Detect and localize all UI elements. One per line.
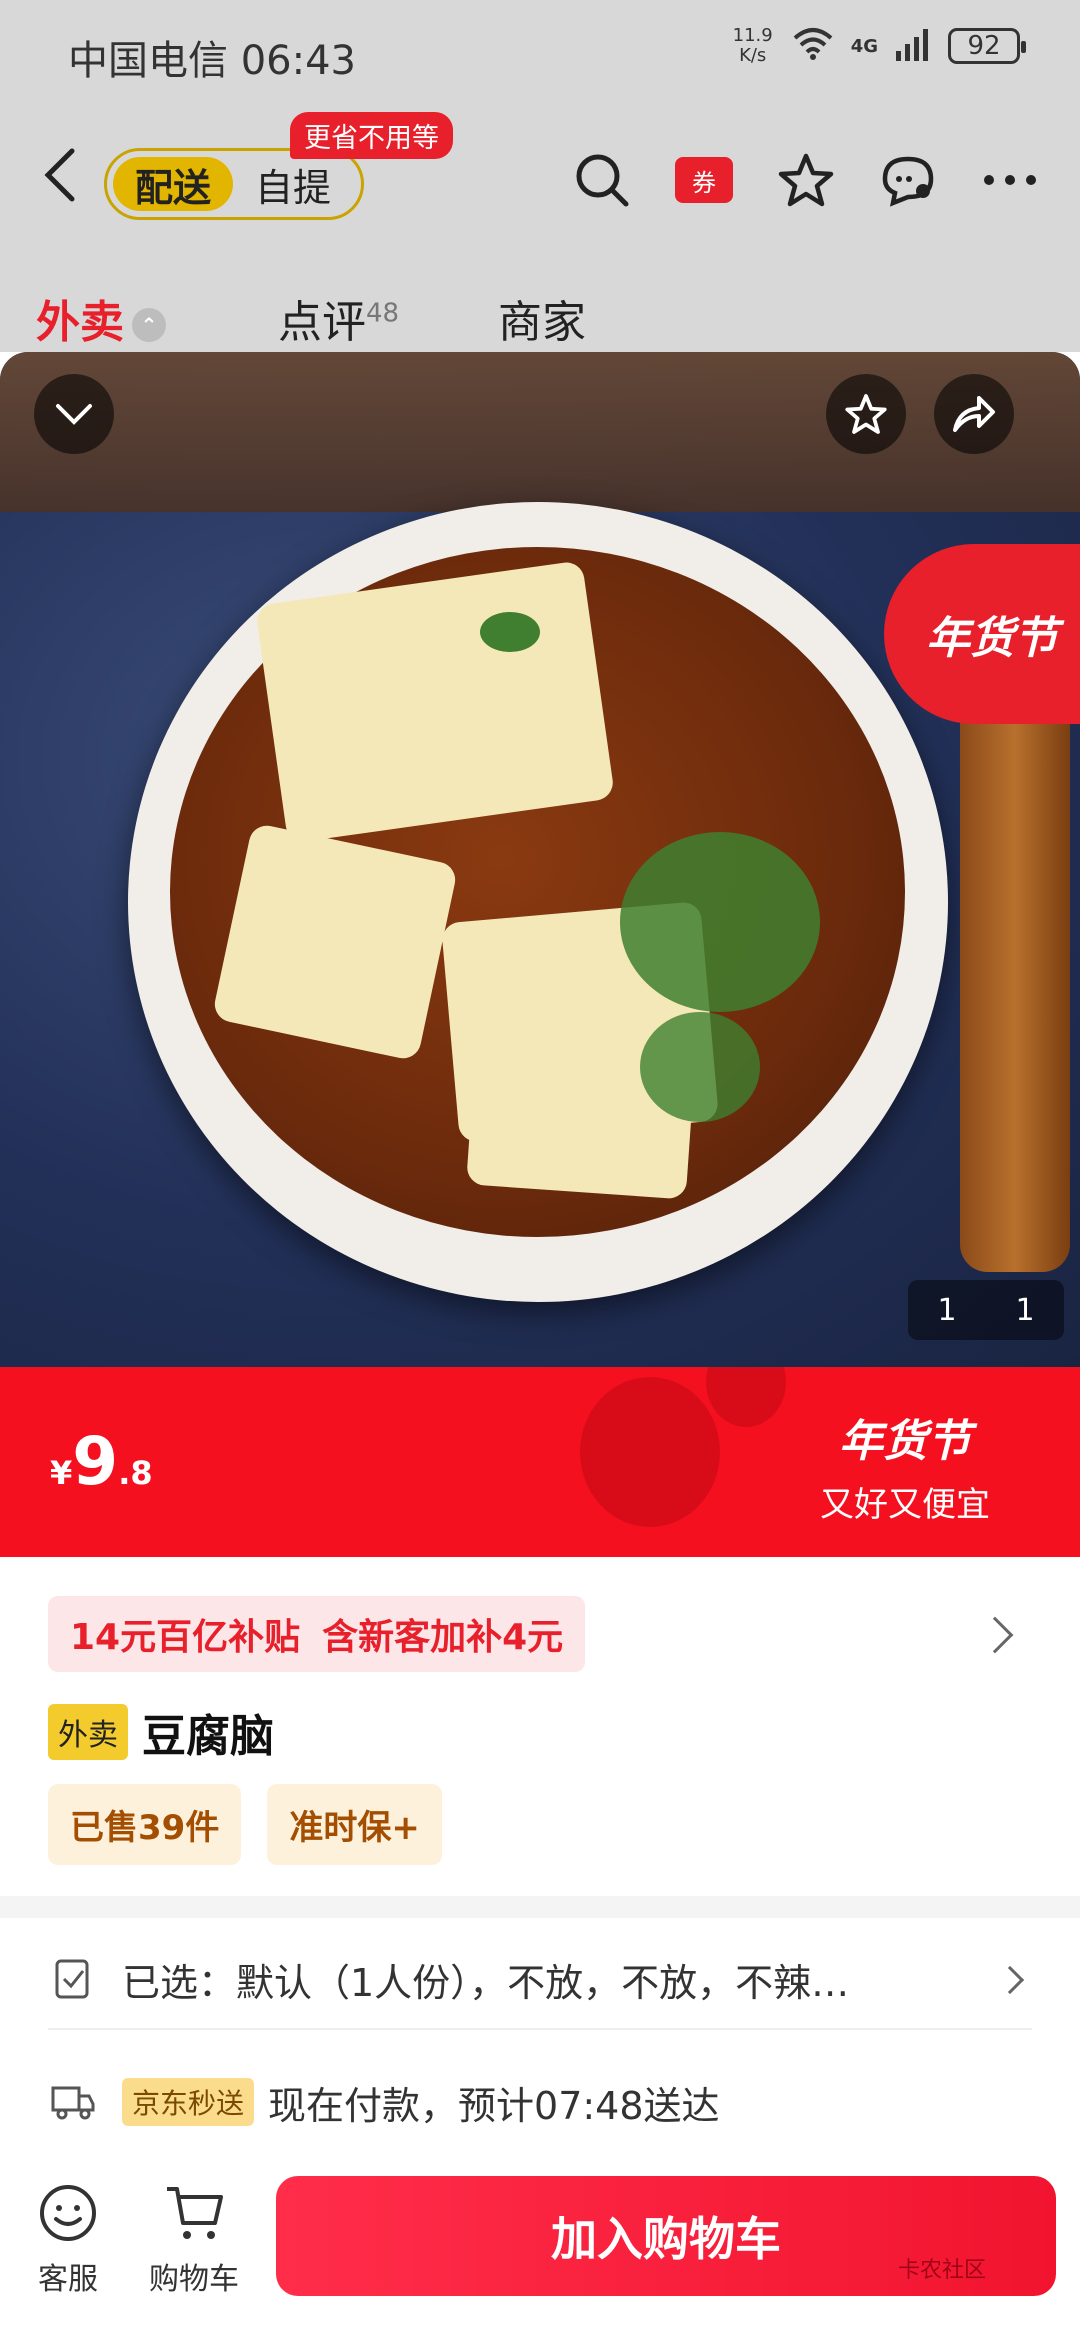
- favorite-button[interactable]: [776, 150, 836, 210]
- header: 中国电信 06:43 11.9 K/s 4G 92 配送 自提 更省不用等 券 …: [0, 0, 1080, 352]
- price-decimal: .8: [118, 1454, 153, 1492]
- price-currency: ¥: [50, 1454, 73, 1492]
- review-count: 48: [366, 298, 400, 329]
- status-bar: 中国电信 06:43 11.9 K/s 4G 92: [0, 0, 1080, 100]
- star-icon: [845, 394, 887, 434]
- search-icon: [576, 154, 629, 207]
- pickup-promo-tag: 更省不用等: [290, 112, 453, 159]
- delivery-info: 京东秒送 现在付款，预计07:48送达: [48, 2052, 1032, 2152]
- spoon-image: [960, 652, 1070, 1272]
- price-banner: ¥9.8 年货节 又好又便宜: [0, 1367, 1080, 1557]
- tofu-piece: [211, 822, 459, 1062]
- mode-pickup[interactable]: 自提: [255, 157, 331, 212]
- coupon-icon: 券: [675, 157, 733, 203]
- price-integer: 9: [72, 1423, 119, 1500]
- star-icon: [778, 153, 834, 207]
- signal-icon: [894, 27, 932, 65]
- nav-actions: 券: [572, 150, 1040, 210]
- image-counter-current: 1: [937, 1292, 957, 1328]
- jd-express-tag: 京东秒送: [122, 2078, 255, 2126]
- tab-merchant-label: 商家: [498, 297, 586, 348]
- price: ¥9.8: [50, 1423, 153, 1500]
- tab-reviews[interactable]: 点评48: [278, 286, 399, 350]
- herb-garnish: [480, 612, 540, 652]
- subsidy-main: 14元百亿补贴: [70, 1617, 301, 1658]
- mode-delivery[interactable]: 配送: [113, 157, 234, 211]
- on-time-badge[interactable]: 准时保+: [267, 1784, 442, 1865]
- tab-merchant[interactable]: 商家: [498, 286, 586, 350]
- more-icon: [984, 175, 1036, 185]
- subsidy-extra: 含新客加补4元: [322, 1617, 564, 1658]
- watermark: 卡农社区: [898, 2258, 987, 2283]
- chat-icon: [882, 156, 934, 207]
- tofu-piece: [254, 560, 616, 844]
- wifi-icon: [791, 26, 835, 66]
- festival-badge[interactable]: 年货节: [884, 544, 1080, 724]
- status-icons: 11.9 K/s 4G 92: [731, 26, 1026, 66]
- tab-waimai[interactable]: 外卖 ⌃: [36, 286, 166, 350]
- network-type: 4G: [850, 35, 878, 57]
- subsidy-tag[interactable]: 14元百亿补贴 含新客加补4元: [48, 1596, 586, 1672]
- product-image[interactable]: 年货节 1 1: [0, 352, 1080, 1367]
- search-button[interactable]: [572, 150, 632, 210]
- chevron-down-icon: [56, 404, 92, 425]
- sold-count-badge: 已售39件: [48, 1784, 242, 1865]
- image-favorite-button[interactable]: [826, 374, 906, 454]
- nav-bar: 配送 自提 更省不用等 券: [0, 110, 1080, 260]
- battery-icon: 92: [948, 28, 1026, 64]
- back-arrow-icon: [44, 148, 75, 202]
- customer-service-icon: [33, 2178, 103, 2248]
- image-counter: 1 1: [908, 1280, 1064, 1340]
- message-button[interactable]: [878, 150, 938, 210]
- net-speed-value: 11.9: [732, 25, 773, 46]
- tab-reviews-label: 点评: [278, 297, 366, 348]
- banner-title: 年货节: [839, 1416, 971, 1467]
- back-button[interactable]: [30, 140, 90, 210]
- cart-button[interactable]: 购物车: [144, 2178, 244, 2298]
- lantern-decoration: [580, 1377, 720, 1527]
- tabs: 外卖 ⌃ 点评48 商家: [0, 280, 1080, 352]
- subsidy-chevron-icon[interactable]: [976, 1616, 1014, 1654]
- truck-icon: [48, 2077, 98, 2127]
- spec-selector[interactable]: 已选：默认（1人份），不放，不放，不辣…: [48, 1930, 1032, 2030]
- tab-waimai-label: 外卖: [36, 297, 124, 348]
- cart-icon: [159, 2178, 229, 2248]
- bottom-bar: 客服 购物车 加入购物车 卡农社区: [0, 2160, 1080, 2340]
- cart-label: 购物车: [149, 2262, 239, 2297]
- herb-garnish: [620, 832, 820, 1012]
- collapse-image-button[interactable]: [34, 374, 114, 454]
- product-badges: 已售39件 准时保+: [48, 1784, 442, 1865]
- share-icon: [953, 396, 995, 432]
- collapse-icon: ⌃: [132, 308, 166, 342]
- table-background: [0, 352, 1080, 512]
- title-row: 外卖 豆腐脑: [48, 1700, 274, 1764]
- lantern-decoration: [706, 1367, 786, 1427]
- customer-service-button[interactable]: 客服: [18, 2178, 118, 2298]
- section-separator: [0, 1896, 1080, 1918]
- image-counter-total: 1: [1015, 1292, 1035, 1328]
- herb-garnish: [640, 1012, 760, 1122]
- spec-text: 已选：默认（1人份），不放，不放，不辣…: [122, 1960, 850, 2005]
- product-title: 豆腐脑: [142, 1711, 274, 1762]
- carrier-time: 中国电信 06:43: [68, 38, 356, 84]
- coupon-button[interactable]: 券: [674, 150, 734, 210]
- banner-subtitle: 又好又便宜: [820, 1485, 990, 1525]
- waimai-tag: 外卖: [48, 1704, 128, 1760]
- share-button[interactable]: [934, 374, 1014, 454]
- net-speed: 11.9 K/s: [731, 26, 775, 66]
- net-speed-unit: K/s: [739, 45, 767, 66]
- spec-icon: [48, 1954, 98, 2004]
- more-button[interactable]: [980, 150, 1040, 210]
- delivery-estimate: 现在付款，预计07:48送达: [268, 2083, 720, 2128]
- customer-service-label: 客服: [38, 2262, 98, 2297]
